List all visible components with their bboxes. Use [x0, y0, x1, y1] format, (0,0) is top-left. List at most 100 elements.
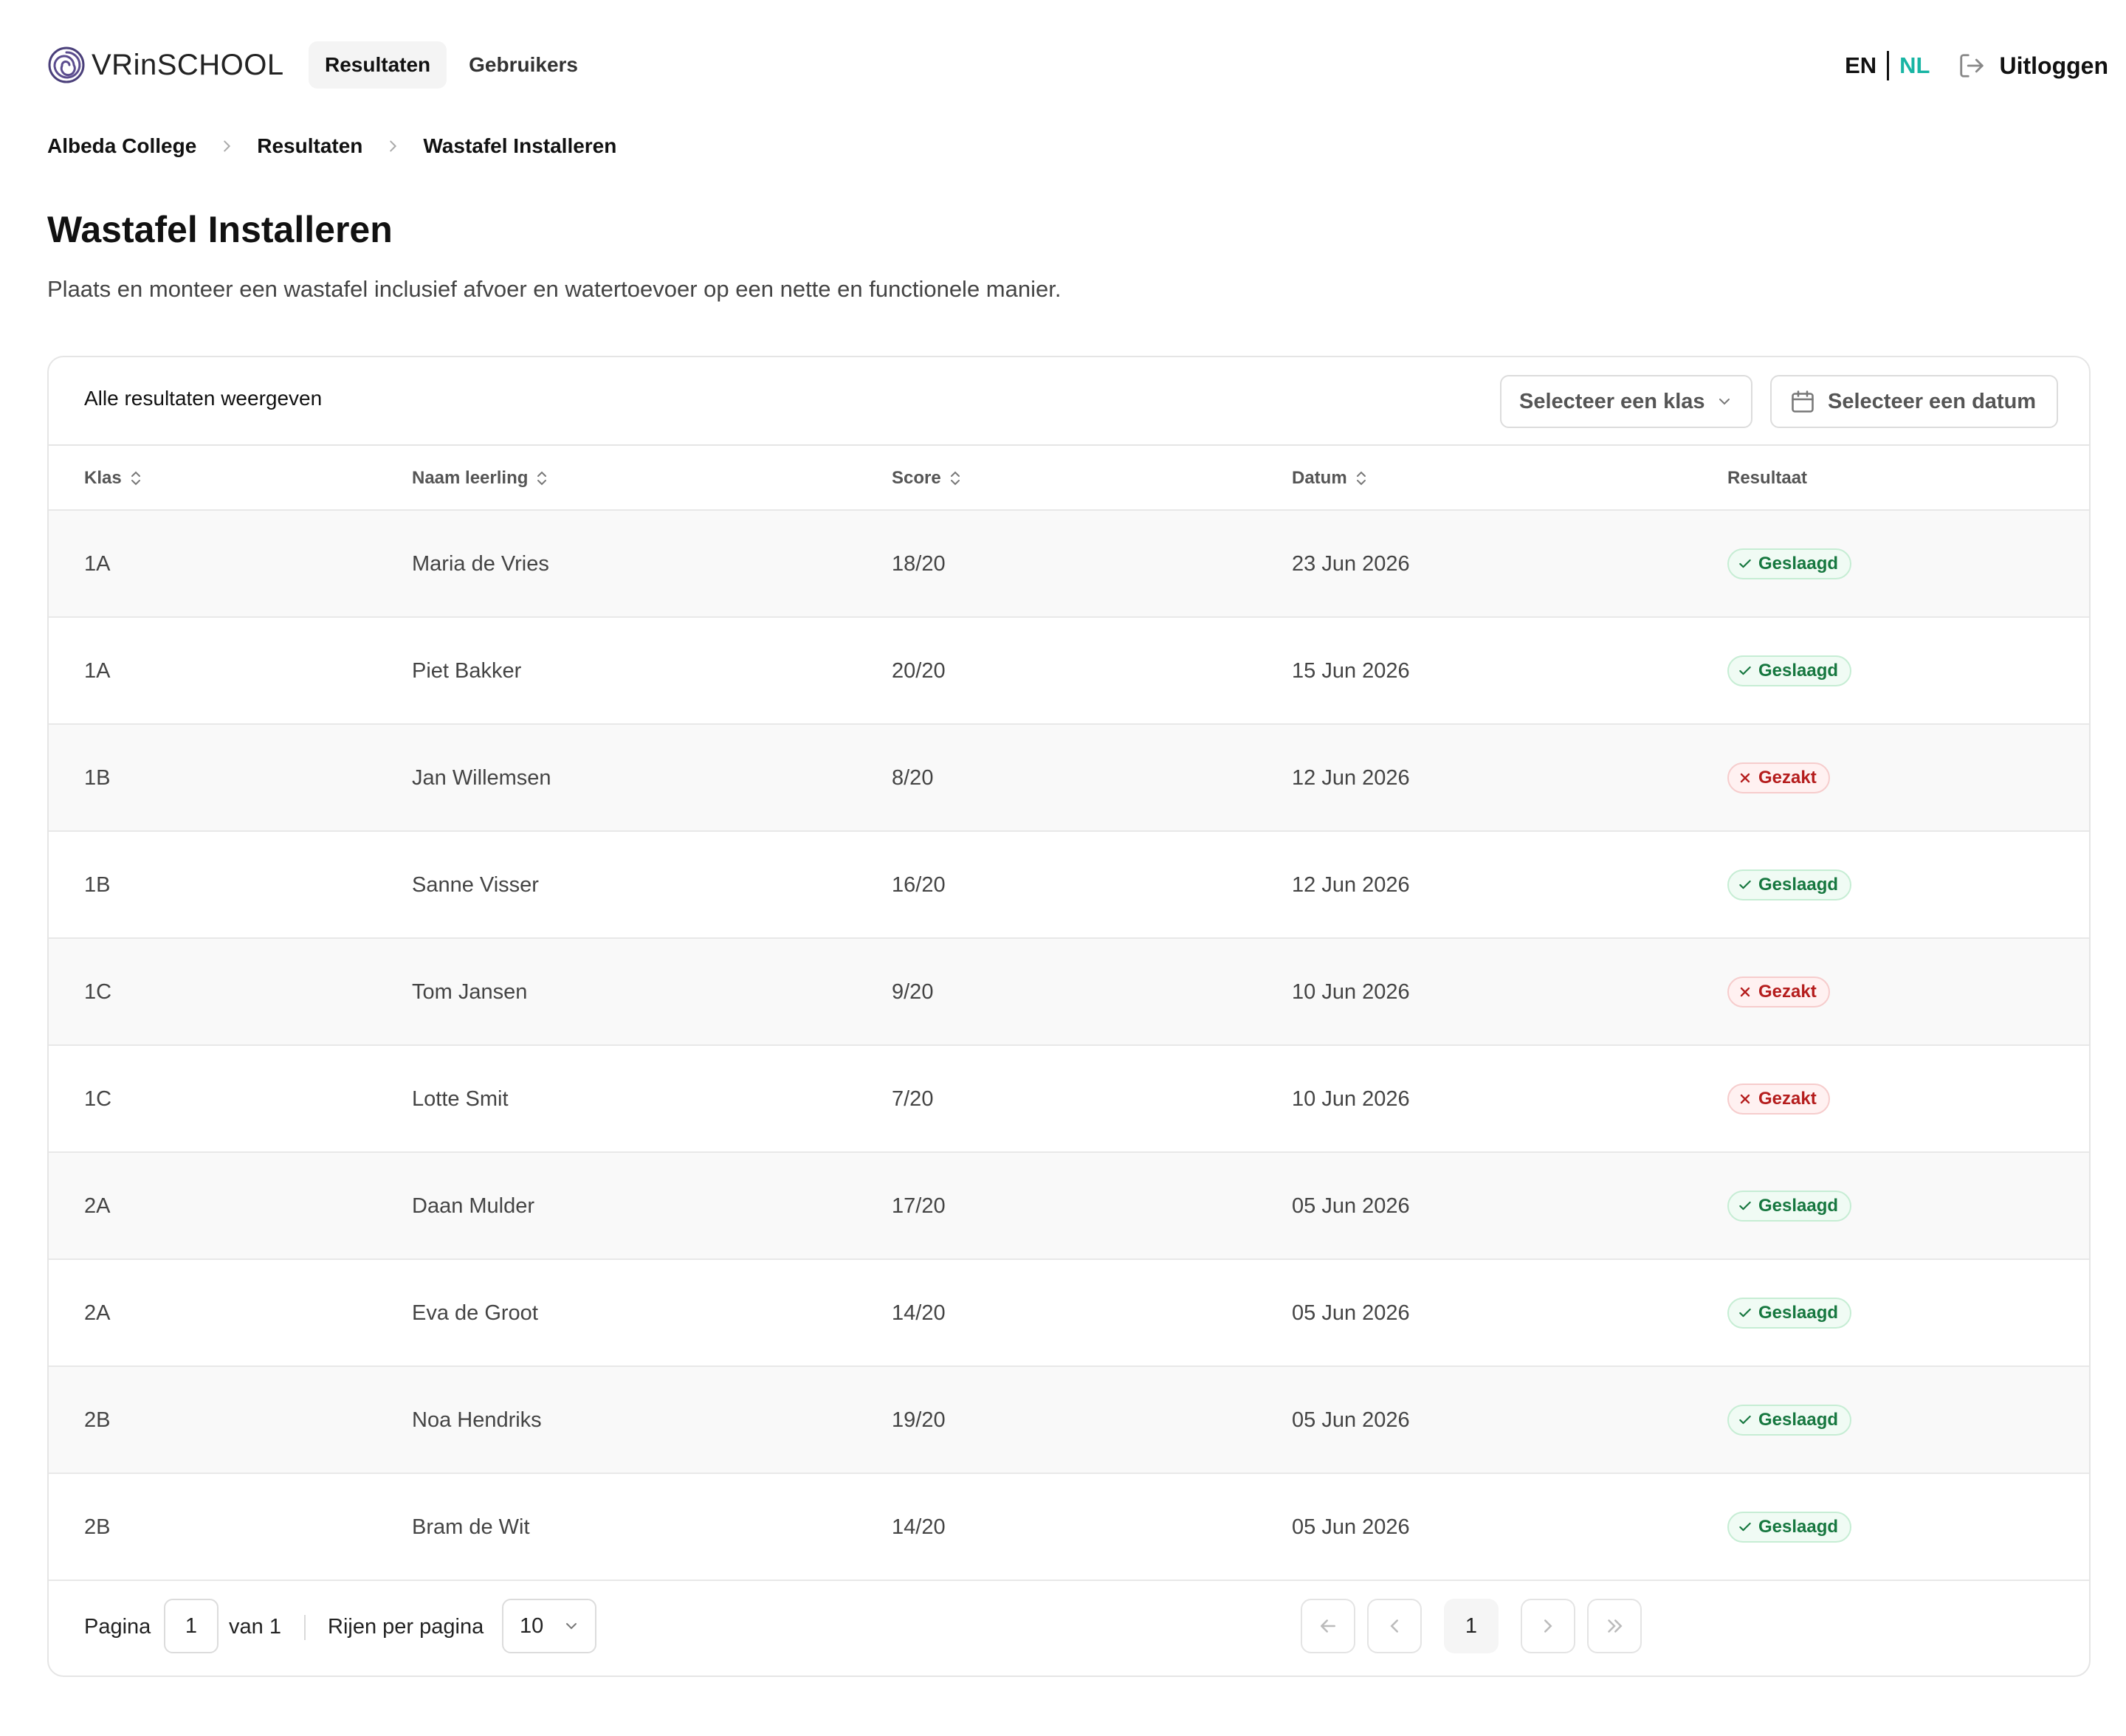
cell-score: 20/20: [892, 659, 946, 683]
chevron-right-icon: [390, 140, 397, 152]
status-badge: Gezakt: [1727, 976, 1830, 1008]
lang-nl-button[interactable]: NL: [1899, 52, 1930, 79]
cell-klas: 1B: [84, 873, 111, 897]
column-label: Naam leerling: [412, 468, 529, 488]
column-header-naam[interactable]: Naam leerling: [412, 468, 548, 489]
cell-score: 18/20: [892, 552, 946, 576]
top-header: VRinSCHOOL Resultaten Gebruikers EN NL U…: [0, 0, 2126, 130]
check-icon: [1739, 559, 1751, 568]
status-label: Geslaagd: [1758, 1410, 1839, 1430]
cell-klas: 2A: [84, 1194, 111, 1218]
x-icon: [1740, 987, 1750, 997]
nav-item-resultaten[interactable]: Resultaten: [309, 41, 447, 89]
chevron-down-icon: [1719, 399, 1730, 405]
table-row[interactable]: 2B Noa Hendriks 19/20 05 Jun 2026 Geslaagd: [49, 1367, 2089, 1474]
column-header-datum[interactable]: Datum: [1292, 468, 1368, 489]
toolbar-label: Alle resultaten weergeven: [84, 387, 323, 410]
cell-naam: Jan Willemsen: [412, 766, 551, 790]
status-badge: Gezakt: [1727, 1084, 1830, 1115]
column-header-klas[interactable]: Klas: [84, 468, 142, 489]
table-row[interactable]: 2A Eva de Groot 14/20 05 Jun 2026 Geslaagd: [49, 1260, 2089, 1367]
nav-item-gebruikers[interactable]: Gebruikers: [453, 41, 594, 89]
table-header: Klas Naam leerling Score Datum Resultaat: [49, 446, 2089, 511]
check-icon: [1739, 1308, 1751, 1318]
breadcrumb-item-current: Wastafel Installeren: [423, 134, 617, 157]
cell-naam: Eva de Groot: [412, 1301, 538, 1325]
table-row[interactable]: 1C Tom Jansen 9/20 10 Jun 2026 Gezakt: [49, 939, 2089, 1046]
cell-datum: 12 Jun 2026: [1292, 873, 1410, 897]
status-badge: Geslaagd: [1727, 1512, 1852, 1543]
footer-divider: [304, 1615, 306, 1640]
status-label: Geslaagd: [1758, 1196, 1839, 1216]
status-label: Gezakt: [1758, 768, 1817, 788]
cell-datum: 10 Jun 2026: [1292, 980, 1410, 1004]
cell-score: 16/20: [892, 873, 946, 897]
status-label: Geslaagd: [1758, 875, 1839, 895]
x-icon: [1740, 1094, 1750, 1104]
cell-naam: Maria de Vries: [412, 552, 549, 576]
status-label: Geslaagd: [1758, 554, 1839, 574]
sort-icon: [537, 471, 547, 486]
table-row[interactable]: 1C Lotte Smit 7/20 10 Jun 2026 Gezakt: [49, 1046, 2089, 1153]
cell-datum: 10 Jun 2026: [1292, 1087, 1410, 1111]
breadcrumb-item-school[interactable]: Albeda College: [47, 134, 196, 158]
rows-per-page-select[interactable]: 10: [502, 1599, 596, 1653]
status-label: Geslaagd: [1758, 1303, 1839, 1323]
cell-naam: Bram de Wit: [412, 1515, 530, 1539]
column-label: Score: [892, 468, 941, 488]
cell-klas: 1C: [84, 1087, 112, 1111]
x-icon: [1740, 773, 1750, 783]
date-select-placeholder: Selecteer een datum: [1828, 389, 2037, 413]
status-label: Gezakt: [1758, 982, 1817, 1002]
column-label: Datum: [1292, 468, 1347, 488]
cell-datum: 05 Jun 2026: [1292, 1301, 1410, 1325]
current-page-indicator[interactable]: 1: [1444, 1599, 1499, 1653]
table-row[interactable]: 2B Bram de Wit 14/20 05 Jun 2026 Geslaagd: [49, 1474, 2089, 1581]
status-badge: Geslaagd: [1727, 548, 1852, 579]
check-icon: [1739, 1522, 1751, 1532]
cell-score: 14/20: [892, 1515, 946, 1539]
status-label: Gezakt: [1758, 1089, 1817, 1109]
previous-page-button[interactable]: [1367, 1599, 1422, 1653]
table-row[interactable]: 1B Sanne Visser 16/20 12 Jun 2026 Geslaagd: [49, 832, 2089, 939]
cell-naam: Tom Jansen: [412, 980, 528, 1004]
status-badge: Geslaagd: [1727, 1191, 1852, 1222]
class-select[interactable]: Selecteer een klas: [1500, 375, 1752, 428]
rows-per-page-label: Rijen per pagina: [328, 1615, 484, 1639]
cell-score: 17/20: [892, 1194, 946, 1218]
lang-en-button[interactable]: EN: [1845, 52, 1876, 79]
sort-icon: [131, 471, 140, 486]
status-badge: Geslaagd: [1727, 869, 1852, 900]
page-total-label: van 1: [229, 1615, 281, 1639]
table-row[interactable]: 1A Piet Bakker 20/20 15 Jun 2026 Geslaagd: [49, 618, 2089, 725]
check-icon: [1739, 880, 1751, 889]
cell-naam: Sanne Visser: [412, 873, 539, 897]
next-page-button[interactable]: [1521, 1599, 1575, 1653]
table-row[interactable]: 1A Maria de Vries 18/20 23 Jun 2026 Geslaagd: [49, 511, 2089, 618]
sort-icon: [1356, 471, 1366, 486]
column-header-score[interactable]: Score: [892, 468, 962, 489]
logo-spiral-icon: [48, 46, 85, 83]
breadcrumb: Albeda College Resultaten Wastafel Insta…: [47, 130, 616, 162]
logo[interactable]: VRinSCHOOL: [47, 43, 284, 87]
logout-label: Uitloggen: [1999, 52, 2108, 79]
logout-button[interactable]: Uitloggen: [1958, 52, 2108, 80]
table-row[interactable]: 2A Daan Mulder 17/20 05 Jun 2026 Geslaagd: [49, 1153, 2089, 1260]
last-page-button[interactable]: [1587, 1599, 1642, 1653]
first-page-button[interactable]: [1301, 1599, 1355, 1653]
page-number-input[interactable]: 1: [164, 1599, 219, 1653]
date-select[interactable]: Selecteer een datum: [1770, 375, 2058, 428]
cell-datum: 23 Jun 2026: [1292, 552, 1410, 576]
cell-datum: 05 Jun 2026: [1292, 1408, 1410, 1432]
arrow-left-icon: [1321, 1619, 1335, 1633]
check-icon: [1739, 666, 1751, 675]
page-label: Pagina: [84, 1615, 151, 1639]
cell-klas: 1C: [84, 980, 112, 1004]
class-select-placeholder: Selecteer een klas: [1519, 389, 1705, 413]
table-row[interactable]: 1B Jan Willemsen 8/20 12 Jun 2026 Gezakt: [49, 725, 2089, 832]
cell-klas: 1A: [84, 552, 111, 576]
breadcrumb-item-resultaten[interactable]: Resultaten: [257, 134, 362, 158]
chevrons-right-icon: [1608, 1619, 1623, 1633]
cell-klas: 2B: [84, 1408, 111, 1432]
calendar-icon: [1792, 390, 1814, 413]
